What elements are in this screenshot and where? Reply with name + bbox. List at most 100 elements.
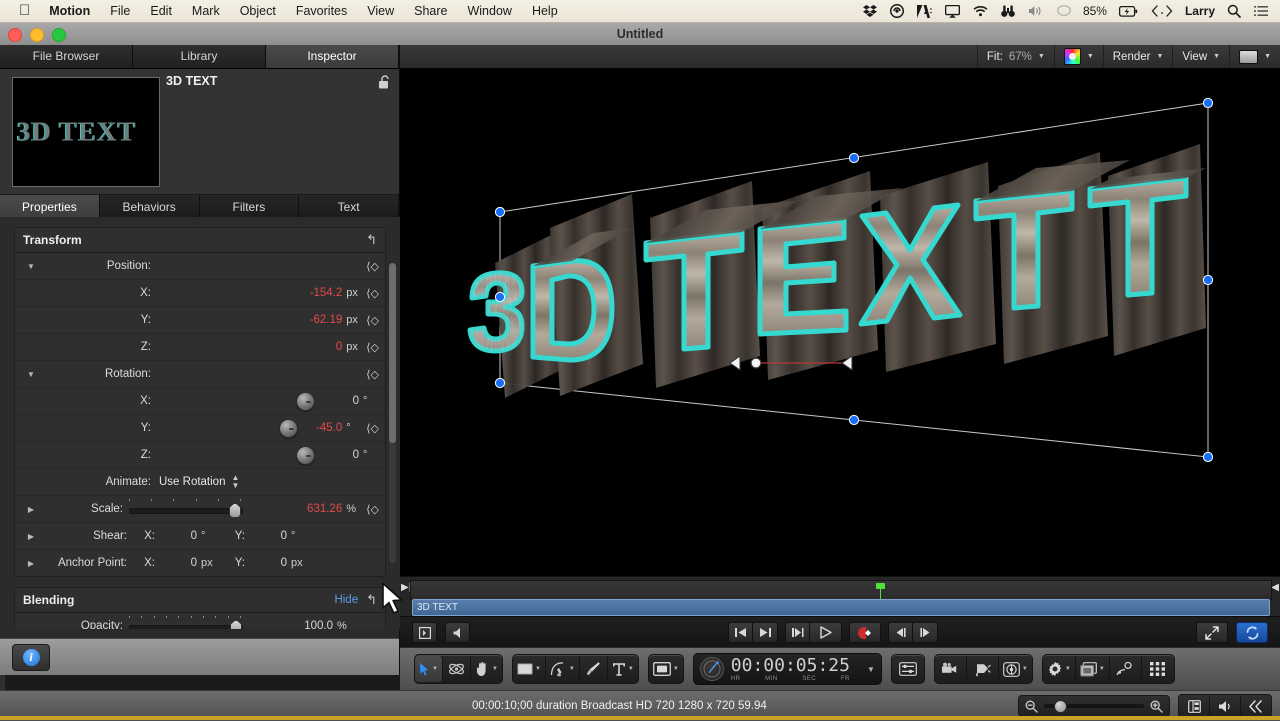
chevron-down-icon[interactable]: ▼ bbox=[867, 665, 875, 674]
menu-view[interactable]: View bbox=[357, 0, 404, 23]
particles-tool-button[interactable] bbox=[1110, 656, 1142, 682]
blending-reset-icon[interactable]: ↰ bbox=[366, 592, 377, 608]
message-icon[interactable] bbox=[1051, 5, 1077, 17]
timecode-display[interactable]: 00:00:05:25 HR MIN SEC FR ▼ bbox=[693, 653, 882, 685]
position-x-keyframe-icon[interactable]: ⟨◇ bbox=[366, 287, 379, 300]
object-thumbnail[interactable]: 3D TEXT bbox=[12, 77, 160, 187]
light-tool-button[interactable] bbox=[967, 656, 999, 682]
scale-slider[interactable] bbox=[129, 502, 241, 516]
position-y-keyframe-icon[interactable]: ⟨◇ bbox=[366, 314, 379, 327]
binoculars-icon[interactable] bbox=[995, 5, 1021, 18]
timeline-ruler[interactable] bbox=[410, 580, 1272, 600]
rotation-y-row[interactable]: Y: -45.0 ° ⟨◇ bbox=[15, 415, 385, 442]
shear-y-value[interactable]: 0 bbox=[245, 530, 287, 542]
rotation-y-value[interactable]: -45.0 bbox=[298, 422, 342, 434]
position-z-row[interactable]: Z: 0 px ⟨◇ bbox=[15, 334, 385, 361]
position-z-value[interactable]: 0 bbox=[336, 341, 342, 353]
position-row[interactable]: ▼ Position: ⟨◇ bbox=[15, 253, 385, 280]
rotation-y-dial[interactable] bbox=[279, 419, 298, 438]
tab-properties[interactable]: Properties bbox=[0, 195, 100, 219]
menu-share[interactable]: Share bbox=[404, 0, 457, 23]
info-button[interactable]: i bbox=[12, 644, 50, 671]
go-to-end-button[interactable] bbox=[753, 622, 778, 643]
scale-keyframe-icon[interactable]: ⟨◇ bbox=[366, 503, 379, 516]
bezier-tool-button[interactable]: ▼ bbox=[546, 656, 580, 682]
loop-button[interactable] bbox=[1236, 622, 1268, 643]
anchor-disclosure-icon[interactable]: ▶ bbox=[21, 559, 41, 568]
blending-hide-link[interactable]: Hide bbox=[334, 594, 358, 606]
menu-help[interactable]: Help bbox=[522, 0, 568, 23]
zoom-slider-knob[interactable] bbox=[1054, 700, 1067, 713]
scale-row[interactable]: ▶ Scale: 631.26 % ⟨◇ bbox=[15, 496, 385, 523]
shear-row[interactable]: ▶ Shear: X: 0 ° Y: 0 ° bbox=[15, 523, 385, 550]
play-button[interactable] bbox=[810, 622, 842, 643]
position-x-row[interactable]: X: -154.2 px ⟨◇ bbox=[15, 280, 385, 307]
tab-text[interactable]: Text bbox=[299, 195, 399, 219]
playhead[interactable] bbox=[876, 583, 885, 598]
rotation-z-value[interactable]: 0 bbox=[315, 449, 359, 461]
timeline-toggle-button[interactable] bbox=[1179, 696, 1210, 716]
brackets-icon[interactable] bbox=[1145, 5, 1179, 17]
position-x-value[interactable]: -154.2 bbox=[310, 287, 343, 299]
timeline-zoom-control[interactable] bbox=[1018, 695, 1170, 717]
menu-file[interactable]: File bbox=[100, 0, 140, 23]
view-menu[interactable]: View ▼ bbox=[1172, 45, 1229, 68]
scale-value[interactable]: 631.26 bbox=[307, 503, 342, 515]
scale-disclosure-icon[interactable]: ▶ bbox=[21, 505, 41, 514]
lock-icon[interactable] bbox=[378, 75, 391, 95]
project-pane-toggle-button[interactable] bbox=[412, 622, 437, 643]
opacity-slider[interactable] bbox=[129, 619, 241, 629]
zoom-slider[interactable] bbox=[1044, 704, 1144, 708]
blending-disclosure-icon[interactable]: ▼ bbox=[389, 595, 397, 604]
color-channels-control[interactable]: ▼ bbox=[1054, 45, 1103, 68]
transform-reset-icon[interactable]: ↰ bbox=[366, 232, 377, 248]
position-keyframe-icon[interactable]: ⟨◇ bbox=[366, 260, 379, 273]
pan-tool-button[interactable]: ▼ bbox=[471, 656, 502, 682]
spotlight-icon[interactable] bbox=[1221, 4, 1247, 18]
battery-icon[interactable] bbox=[1113, 6, 1144, 17]
apple-logo-icon[interactable]:  bbox=[10, 3, 39, 19]
frame-forward-button[interactable] bbox=[913, 622, 938, 643]
adjust-tool-button[interactable] bbox=[892, 656, 924, 682]
audio-timeline-button[interactable] bbox=[1210, 696, 1241, 716]
rotation-keyframe-icon[interactable]: ⟨◇ bbox=[366, 368, 379, 381]
layers-tool-button[interactable]: ▼ bbox=[1076, 656, 1110, 682]
position-y-value[interactable]: -62.19 bbox=[310, 314, 343, 326]
anchor-y-value[interactable]: 0 bbox=[245, 557, 287, 569]
fit-zoom-control[interactable]: Fit: 67% ▼ bbox=[977, 45, 1054, 68]
wifi-icon[interactable] bbox=[967, 5, 994, 17]
adobe-icon[interactable] bbox=[911, 5, 938, 18]
record-keyframe-button[interactable] bbox=[849, 622, 881, 643]
menu-favorites[interactable]: Favorites bbox=[286, 0, 357, 23]
animate-dropdown[interactable]: Use Rotation ▲▼ bbox=[159, 474, 239, 490]
inspector-scrollbar[interactable] bbox=[389, 263, 396, 563]
camera-tool-button[interactable] bbox=[935, 656, 967, 682]
notification-center-icon[interactable] bbox=[1248, 5, 1274, 17]
position-y-row[interactable]: Y: -62.19 px ⟨◇ bbox=[15, 307, 385, 334]
rotation-x-row[interactable]: X: 0 ° bbox=[15, 388, 385, 415]
rotation-y-keyframe-icon[interactable]: ⟨◇ bbox=[366, 422, 379, 435]
anchor-point-row[interactable]: ▶ Anchor Point: X: 0 px Y: 0 px bbox=[15, 550, 385, 576]
reflection-tool-button[interactable]: ▼ bbox=[999, 656, 1032, 682]
opacity-row[interactable]: Opacity: 100.0 % bbox=[15, 613, 385, 629]
rotation-x-value[interactable]: 0 bbox=[315, 395, 359, 407]
tab-filters[interactable]: Filters bbox=[200, 195, 300, 219]
shear-disclosure-icon[interactable]: ▶ bbox=[21, 532, 41, 541]
menu-motion[interactable]: Motion bbox=[39, 0, 100, 23]
tab-inspector[interactable]: Inspector bbox=[266, 45, 399, 68]
replicator-tool-button[interactable] bbox=[1142, 656, 1174, 682]
timeline-clip[interactable]: 3D TEXT bbox=[412, 599, 1270, 616]
keyframe-editor-button[interactable] bbox=[1241, 696, 1271, 716]
mask-tool-button[interactable]: ▼ bbox=[649, 656, 683, 682]
volume-icon[interactable] bbox=[1022, 5, 1050, 17]
opacity-value[interactable]: 100.0 bbox=[304, 620, 333, 629]
paint-tool-button[interactable] bbox=[580, 656, 608, 682]
render-menu[interactable]: Render ▼ bbox=[1103, 45, 1173, 68]
tab-file-browser[interactable]: File Browser bbox=[0, 45, 133, 68]
creative-cloud-icon[interactable] bbox=[884, 4, 910, 18]
go-to-start-button[interactable] bbox=[728, 622, 753, 643]
position-z-keyframe-icon[interactable]: ⟨◇ bbox=[366, 341, 379, 354]
rotation-disclosure-icon[interactable]: ▼ bbox=[21, 370, 41, 379]
play-from-start-button[interactable] bbox=[785, 622, 810, 643]
menu-object[interactable]: Object bbox=[230, 0, 286, 23]
